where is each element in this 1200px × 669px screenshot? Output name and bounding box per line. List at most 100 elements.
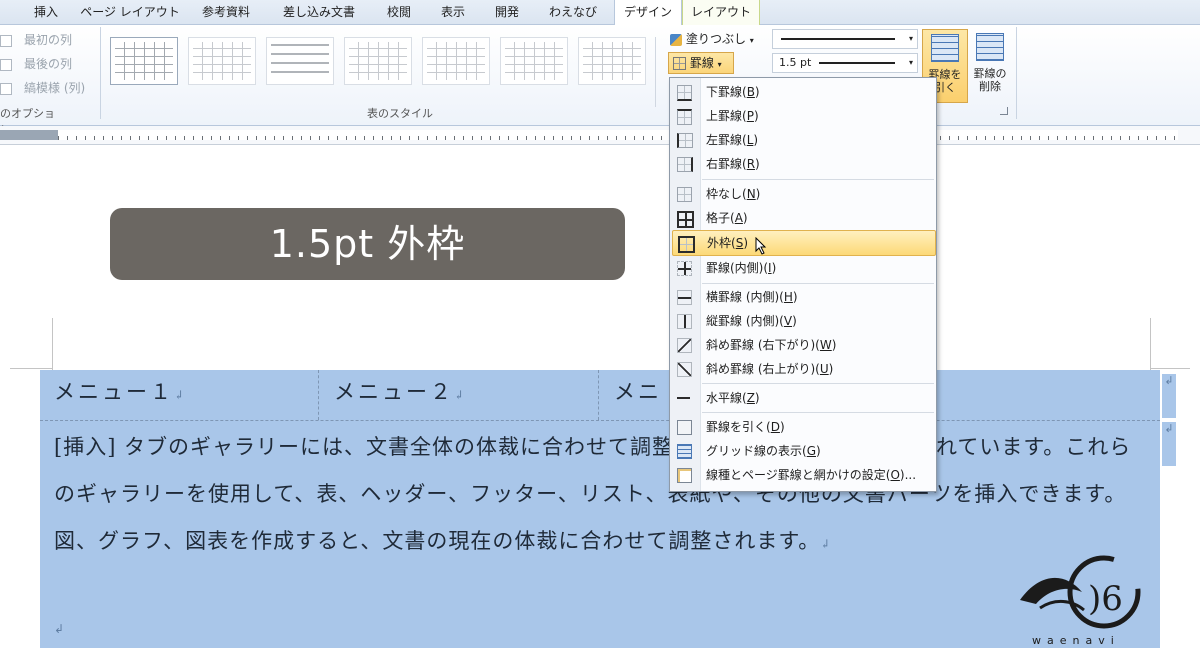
tab-insert[interactable]: 挿入 — [20, 0, 72, 24]
tab-waenavi[interactable]: わえなび — [538, 0, 608, 24]
dialog-launcher-icon[interactable] — [1000, 107, 1008, 115]
pencil-table-icon — [931, 34, 959, 62]
table-cell-menu1[interactable]: メニュー１↲ — [54, 376, 187, 406]
top-border-icon — [677, 109, 692, 125]
table-style-thumb[interactable] — [110, 37, 178, 85]
tab-layout[interactable]: レイアウト — [682, 0, 760, 25]
menu-separator — [702, 179, 934, 180]
line-style-sample — [781, 38, 895, 40]
tab-review[interactable]: 校閲 — [376, 0, 422, 24]
table-cell-menu2[interactable]: メニュー２↲ — [334, 376, 467, 406]
menu-item-draw-table[interactable]: 罫線を引く(D) — [672, 415, 934, 439]
inside-horizontal-border-icon — [677, 290, 692, 305]
borders-button[interactable]: 罫線 ▾ — [668, 52, 734, 74]
draw-table-icon — [677, 420, 692, 435]
chevron-down-icon: ▾ — [908, 58, 913, 67]
margin-mark — [1150, 368, 1190, 369]
option-last-column[interactable]: 最後の列 — [0, 55, 72, 73]
waenavi-logo: )6 waenavi — [1010, 552, 1150, 652]
caption-banner: 1.5pt 外枠 — [110, 208, 625, 280]
ruler-scale — [58, 130, 1178, 140]
tab-developer[interactable]: 開発 — [484, 0, 530, 24]
horizontal-line-icon — [677, 391, 690, 404]
ribbon-tab-row: 挿入 ページ レイアウト 参考資料 差し込み文書 校閲 表示 開発 わえなび デ… — [0, 0, 1200, 26]
inside-borders-icon — [677, 261, 692, 276]
table-style-thumb[interactable] — [188, 37, 256, 85]
chevron-down-icon: ▾ — [717, 60, 722, 69]
menu-item-horizontal-line[interactable]: 水平線(Z) — [672, 386, 934, 410]
table-cell-menu3[interactable]: メニ — [614, 376, 662, 406]
menu-item-inside-horizontal[interactable]: 横罫線 (内側)(H) — [672, 285, 934, 309]
outside-borders-icon — [678, 236, 695, 253]
option-banded-columns[interactable]: 縞模様 (列) — [0, 79, 85, 97]
bottom-border-icon — [677, 85, 692, 101]
table-style-thumb[interactable] — [500, 37, 568, 85]
group-label-table-styles: 表のスタイル — [367, 107, 433, 120]
inside-vertical-border-icon — [677, 314, 692, 329]
ribbon: 最初の列 最後の列 縞模様 (列) のオプション 表のスタイル 塗りつぶし ▾ … — [0, 25, 1200, 136]
row-divider — [40, 420, 1160, 421]
menu-item-right-border[interactable]: 右罫線(R) — [672, 152, 934, 176]
chevron-down-icon: ▾ — [749, 36, 754, 45]
borders-dropdown-menu: 下罫線(B) 上罫線(P) 左罫線(L) 右罫線(R) 枠なし(N) 格子(A)… — [669, 77, 937, 492]
menu-item-inside-borders[interactable]: 罫線(内側)(I) — [672, 256, 934, 280]
chevron-down-icon: ▾ — [908, 34, 913, 43]
checkbox[interactable] — [0, 82, 12, 95]
menu-item-no-border[interactable]: 枠なし(N) — [672, 182, 934, 206]
menu-item-bottom-border[interactable]: 下罫線(B) — [672, 80, 934, 104]
cell-divider — [598, 370, 599, 420]
table-style-thumb[interactable] — [578, 37, 646, 85]
line-style-select[interactable]: ▾ — [772, 29, 918, 49]
table-style-thumb[interactable] — [422, 37, 490, 85]
menu-separator — [702, 383, 934, 384]
line-weight-sample — [819, 62, 895, 64]
borders-and-shading-icon — [677, 468, 692, 483]
menu-item-diagonal-up[interactable]: 斜め罫線 (右上がり)(U) — [672, 357, 934, 381]
border-grid-icon — [673, 57, 686, 70]
view-gridlines-icon — [677, 444, 692, 459]
diagonal-up-border-icon — [677, 362, 692, 377]
selected-table[interactable]: メニュー１↲ メニュー２↲ メニ [挿入] タブのギャラリーには、文書全体の体裁… — [40, 370, 1160, 648]
group-divider — [100, 27, 101, 119]
table-body-cell[interactable]: [挿入] タブのギャラリーには、文書全体の体裁に合わせて調整するためのアイテムが… — [54, 424, 1150, 568]
left-border-icon — [677, 133, 693, 148]
eraser-table-icon — [976, 33, 1004, 61]
menu-separator — [702, 283, 934, 284]
menu-item-view-gridlines[interactable]: グリッド線の表示(G) — [672, 439, 934, 463]
table-style-thumb[interactable] — [344, 37, 412, 85]
end-of-row-mark: ↲ — [1162, 422, 1176, 466]
line-weight-select[interactable]: 1.5 pt ▾ — [772, 53, 918, 73]
menu-item-all-borders[interactable]: 格子(A) — [672, 206, 934, 230]
tab-view[interactable]: 表示 — [430, 0, 476, 24]
table-style-thumb[interactable] — [266, 37, 334, 85]
eraser-button[interactable]: 罫線の 削除 — [968, 29, 1012, 101]
shading-button[interactable]: 塗りつぶし ▾ — [670, 29, 760, 49]
tab-references[interactable]: 参考資料 — [190, 0, 262, 24]
paint-bucket-icon — [670, 33, 682, 46]
checkbox[interactable] — [0, 34, 12, 47]
tab-design[interactable]: デザイン — [614, 0, 682, 26]
group-divider — [1016, 27, 1017, 119]
tab-mailings[interactable]: 差し込み文書 — [272, 0, 366, 24]
paragraph-mark: ↲ — [54, 622, 65, 636]
tab-page-layout[interactable]: ページ レイアウト — [80, 0, 180, 24]
menu-item-outside-borders[interactable]: 外枠(S) — [672, 230, 936, 256]
horizontal-ruler[interactable] — [0, 126, 1200, 145]
end-of-row-mark: ↲ — [1162, 374, 1176, 418]
option-first-column[interactable]: 最初の列 — [0, 31, 72, 49]
no-border-icon — [677, 187, 692, 202]
menu-item-left-border[interactable]: 左罫線(L) — [672, 128, 934, 152]
menu-item-inside-vertical[interactable]: 縦罫線 (内側)(V) — [672, 309, 934, 333]
menu-item-top-border[interactable]: 上罫線(P) — [672, 104, 934, 128]
right-border-icon — [677, 157, 693, 172]
margin-mark — [1150, 318, 1151, 370]
menu-item-diagonal-down[interactable]: 斜め罫線 (右下がり)(W) — [672, 333, 934, 357]
gallery-scroll[interactable] — [655, 37, 666, 107]
margin-mark — [10, 368, 52, 369]
menu-item-borders-and-shading[interactable]: 線種とページ罫線と網かけの設定(O)... — [672, 463, 934, 487]
mouse-cursor-icon — [755, 237, 767, 255]
watermark-text: waenavi — [1032, 634, 1120, 647]
all-borders-icon — [677, 211, 694, 228]
ruler-margin — [0, 130, 58, 140]
checkbox[interactable] — [0, 58, 12, 71]
